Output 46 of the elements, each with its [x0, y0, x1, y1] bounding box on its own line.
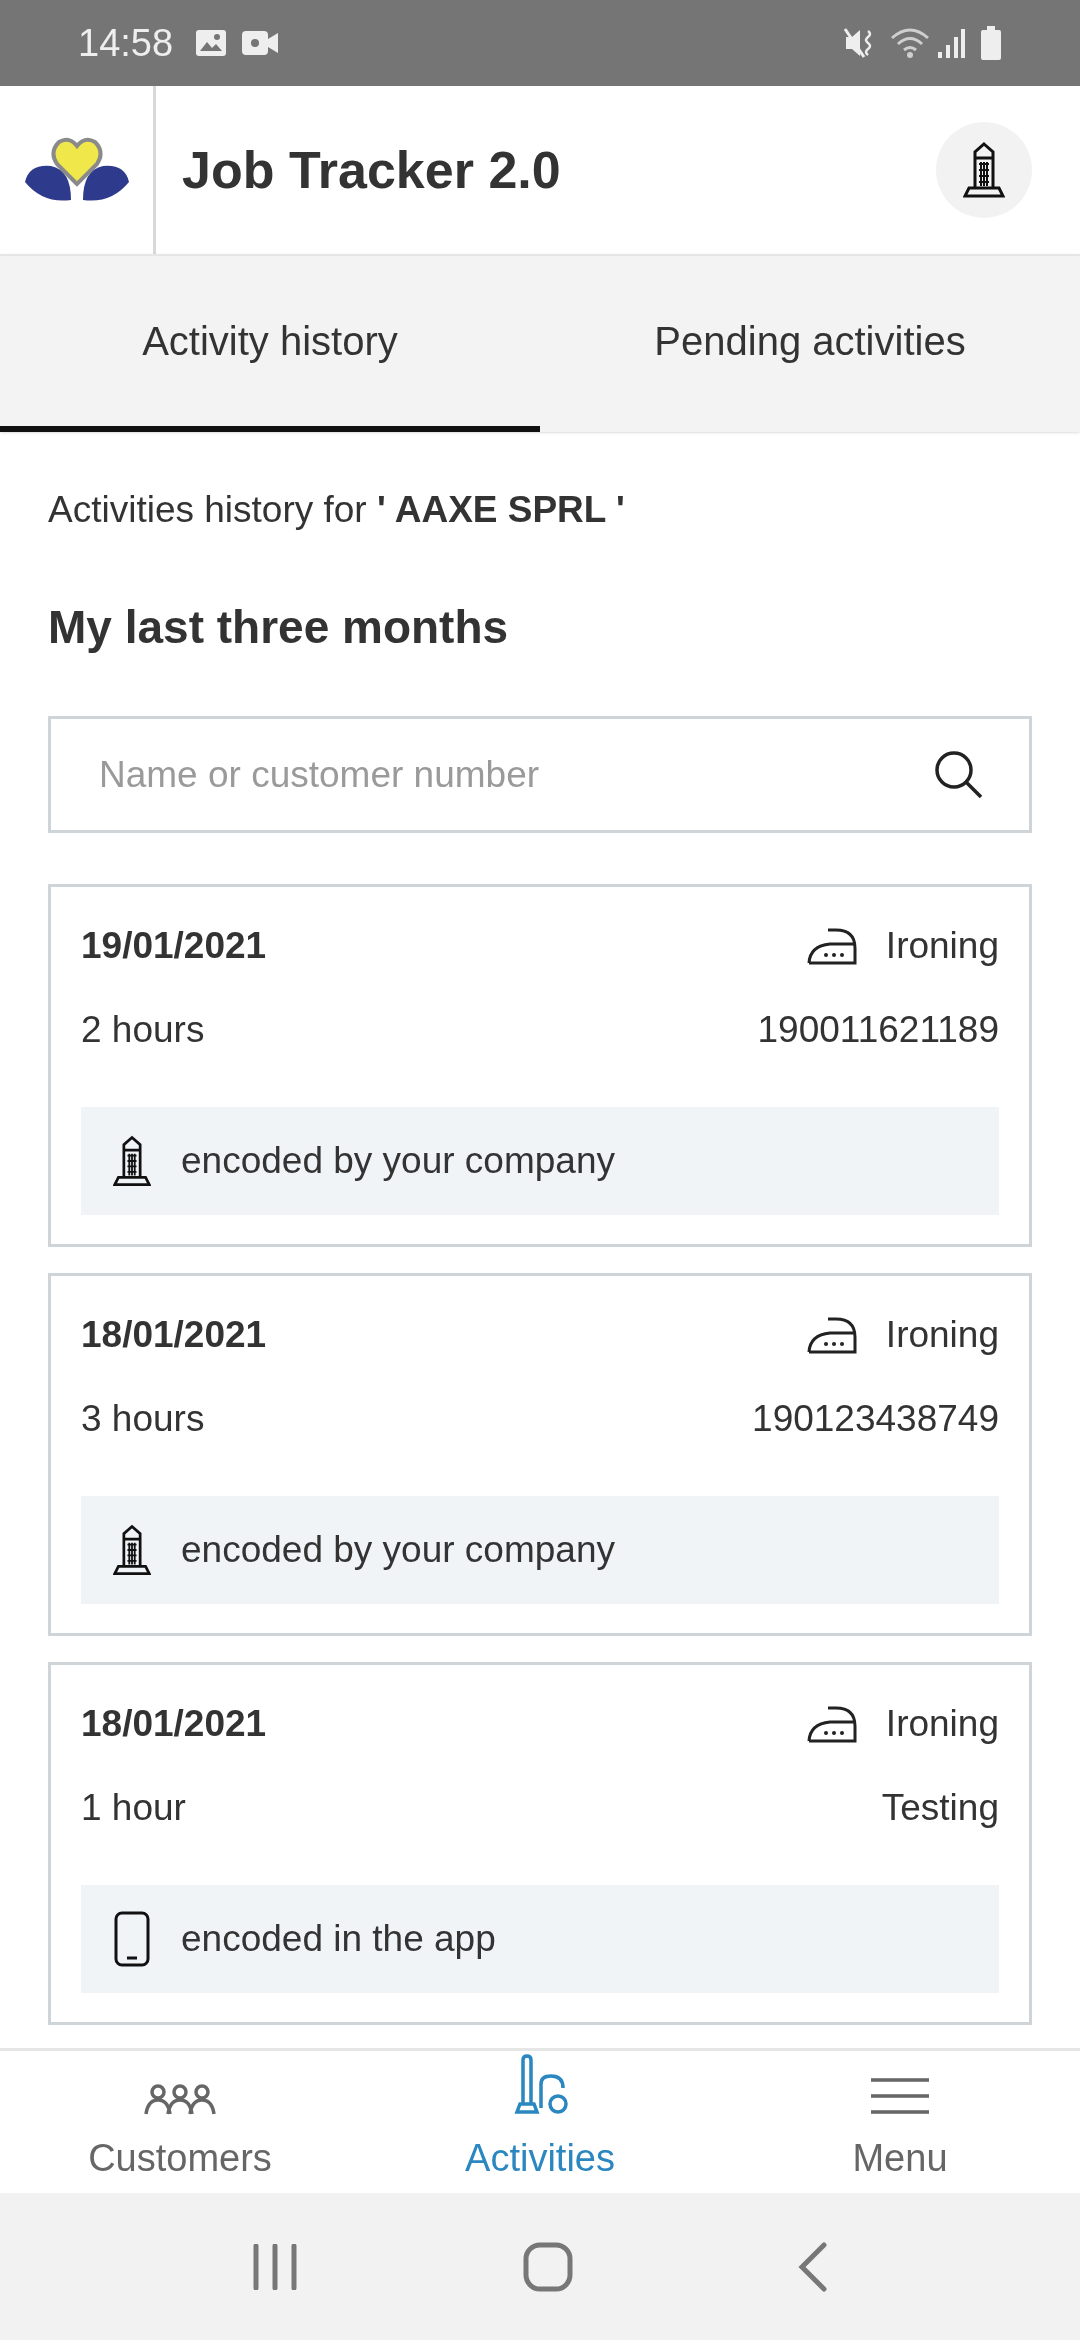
activity-date: 18/01/2021 — [81, 1702, 267, 1747]
source-text: encoded by your company — [181, 1528, 615, 1573]
activity-duration: 3 hours — [81, 1397, 205, 1442]
service-type: Ironing — [885, 1313, 999, 1358]
activity-card[interactable]: 18/01/2021 Ironing 3 hours 190123438749 encoded by your company — [48, 1273, 1032, 1636]
back-icon[interactable] — [797, 2241, 828, 2292]
battery-icon — [980, 25, 1002, 61]
activity-card[interactable]: 18/01/2021 Ironing 1 hour Testing encoded in the app — [48, 1662, 1032, 2025]
activity-duration: 2 hours — [81, 1008, 205, 1053]
video-icon — [241, 29, 280, 57]
search-field[interactable]: Name or customer number — [48, 716, 1032, 833]
service-type: Ironing — [885, 924, 999, 969]
search-icon[interactable] — [932, 748, 984, 800]
activity-reference: 190011621189 — [757, 1008, 999, 1053]
image-icon — [195, 29, 228, 57]
activity-reference: Testing — [881, 1786, 999, 1831]
status-time: 14:58 — [78, 20, 174, 66]
activity-reference: 190123438749 — [752, 1397, 999, 1442]
iron-icon — [805, 926, 858, 966]
menu-icon — [869, 2076, 931, 2116]
building-icon — [113, 1523, 151, 1577]
source-text: encoded by your company — [181, 1139, 615, 1184]
source-text: encoded in the app — [181, 1917, 496, 1962]
building-icon — [963, 142, 1005, 198]
activity-card[interactable]: 19/01/2021 Ironing 2 hours 190011621189 encoded by your company — [48, 884, 1032, 1247]
service-type: Ironing — [885, 1702, 999, 1747]
section-title: My last three months — [48, 600, 510, 655]
subtitle-text: Activities history for ' AAXE SPRL ' — [48, 488, 626, 532]
home-icon[interactable] — [523, 2241, 573, 2292]
wifi-icon — [890, 26, 930, 60]
nav-item[interactable]: Activities — [360, 2051, 720, 2193]
phone-icon — [113, 1911, 151, 1967]
nav-item[interactable]: Customers — [0, 2051, 360, 2193]
recents-icon[interactable] — [252, 2243, 299, 2290]
iron-icon — [805, 1315, 858, 1355]
tab[interactable]: Pending activities — [540, 256, 1080, 432]
nav-item[interactable]: Menu — [720, 2051, 1080, 2193]
activity-date: 18/01/2021 — [81, 1313, 267, 1358]
app-title: Job Tracker 2.0 — [182, 140, 562, 201]
iron-icon — [805, 1704, 858, 1744]
activity-date: 19/01/2021 — [81, 924, 267, 969]
tab[interactable]: Activity history — [0, 256, 540, 432]
building-icon — [113, 1134, 151, 1188]
activity-duration: 1 hour — [81, 1786, 186, 1831]
signal-icon — [936, 26, 966, 60]
people-icon — [144, 2082, 216, 2116]
